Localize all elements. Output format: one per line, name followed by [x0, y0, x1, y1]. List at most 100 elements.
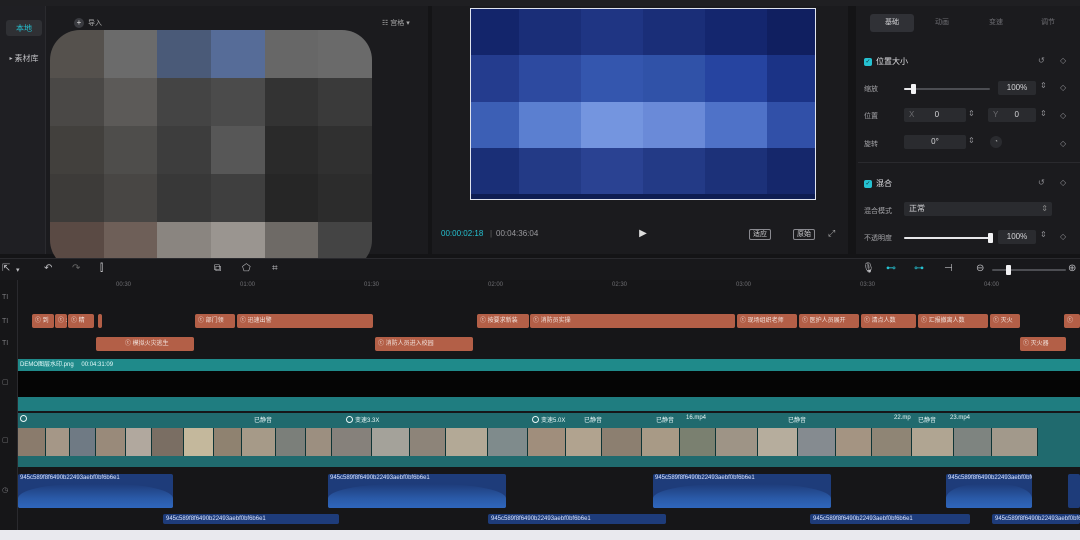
split-preview-icon[interactable]: ⊣: [944, 263, 953, 274]
audio-clip[interactable]: 945c589f8f6490b22493aebf0bf6b6e1: [992, 514, 1080, 524]
stepper-icon[interactable]: ⇕: [1040, 109, 1047, 118]
video-clip-tag: 已静音: [656, 415, 674, 424]
link-icon[interactable]: ⊷: [886, 263, 896, 274]
text-clip[interactable]: ⓣ 医护人员展开: [799, 314, 859, 328]
import-button[interactable]: + 导入: [74, 18, 102, 28]
video-frame: [488, 428, 528, 456]
opacity-label: 不透明度: [864, 235, 892, 242]
text-clip[interactable]: ⓣ 精: [68, 314, 94, 328]
play-icon[interactable]: ▶: [636, 226, 650, 240]
effect-track[interactable]: [18, 397, 1080, 411]
audio-clip[interactable]: [1068, 474, 1080, 508]
text-clip[interactable]: ⓣ 消防人员进入校园: [375, 337, 473, 351]
blend-section[interactable]: ✓ 混合: [864, 178, 892, 189]
scale-value-field[interactable]: 100%: [998, 81, 1036, 95]
audio-clip[interactable]: 945c589f8f6490b22493aebf0bf6b6e1: [163, 514, 339, 524]
tab-basic[interactable]: 基础: [870, 14, 914, 32]
video-clip-labels: 已静音 变速3.3X 变速5.0X 已静音 已静音 16.mp4 已静音 22.…: [18, 415, 1080, 427]
blend-mode-label: 混合模式: [864, 208, 892, 215]
stepper-icon[interactable]: ⇕: [968, 109, 975, 118]
freeze-icon[interactable]: ⧉: [214, 263, 221, 274]
side-nav-library[interactable]: ▸ 素材库: [6, 50, 42, 66]
crop-icon[interactable]: ⌗: [272, 263, 278, 274]
text-clip[interactable]: ⓣ 迅速出警: [237, 314, 373, 328]
reset-icon[interactable]: ↺: [1038, 56, 1045, 65]
text-clip[interactable]: ⓣ 到: [32, 314, 54, 328]
text-clip[interactable]: ⓣ 清点人数: [861, 314, 916, 328]
text-clip[interactable]: [98, 314, 102, 328]
keyframe-icon[interactable]: ◇: [1060, 232, 1066, 241]
select-cursor-icon[interactable]: ⇱: [2, 263, 10, 274]
video-frame: [46, 428, 70, 456]
rotate-field[interactable]: 0°: [904, 135, 966, 149]
audio-clip[interactable]: 945c589f8f6490b22493aebf0bf6b6e1: [946, 474, 1032, 508]
keyframe-icon[interactable]: ◇: [1060, 178, 1066, 187]
audio-clip[interactable]: 945c589f8f6490b22493aebf0bf6b6e1: [810, 514, 970, 524]
opacity-slider-handle[interactable]: [988, 233, 993, 243]
audio-clip-name: 945c589f8f6490b22493aebf0bf6b6e1: [20, 475, 120, 481]
current-time: 00:00:02:18: [441, 229, 484, 238]
text-clip[interactable]: ⓣ 乡: [55, 314, 67, 328]
text-clip[interactable]: ⓣ 灭火器: [1020, 337, 1066, 351]
audio-clip[interactable]: 945c589f8f6490b22493aebf0bf6b6e1: [18, 474, 173, 508]
audio-clip[interactable]: 945c589f8f6490b22493aebf0bf6b6e1: [653, 474, 831, 508]
tab-animation[interactable]: 动画: [920, 14, 964, 32]
text-clip[interactable]: ⓣ 部门领: [195, 314, 235, 328]
split-icon[interactable]: ⫿: [100, 263, 103, 274]
sticker-name: DEMO图层水印.png: [20, 362, 74, 368]
audio-clip[interactable]: 945c589f8f6490b22493aebf0bf6b6e1: [488, 514, 666, 524]
view-mode-dropdown[interactable]: ☷ 宫格 ▾: [382, 18, 410, 28]
zoom-out-icon[interactable]: ⊖: [976, 263, 984, 274]
tab-speed[interactable]: 变速: [974, 14, 1018, 32]
keyframe-icon[interactable]: ◇: [1060, 56, 1066, 65]
video-clip-speed: 变速3.3X: [355, 418, 380, 424]
blend-mode-select[interactable]: 正常 ⇕: [904, 202, 1052, 216]
stepper-icon[interactable]: ⇕: [1040, 81, 1047, 90]
fullscreen-icon[interactable]: ⤢: [828, 228, 835, 239]
video-frame: [446, 428, 488, 456]
text-clip[interactable]: ⓣ 汇报撤离人数: [918, 314, 988, 328]
stepper-icon[interactable]: ⇕: [1040, 230, 1047, 239]
timeline-scrollbar[interactable]: [0, 530, 1080, 540]
side-nav-library-label: 素材库: [14, 53, 39, 63]
scale-slider[interactable]: [904, 88, 990, 90]
text-clip[interactable]: ⓣ 消防员实操: [530, 314, 735, 328]
import-label: 导入: [88, 20, 102, 27]
position-y-field[interactable]: Y 0: [988, 108, 1036, 122]
mirror-icon[interactable]: ⬠: [242, 263, 251, 274]
keyframe-icon[interactable]: ◇: [1060, 83, 1066, 92]
stepper-icon[interactable]: ⇕: [968, 136, 975, 145]
position-x-field[interactable]: X 0: [904, 108, 966, 122]
audio-clip[interactable]: 945c589f8f6490b22493aebf0bf6b6e1: [328, 474, 506, 508]
keyframe-icon[interactable]: ◇: [1060, 139, 1066, 148]
chevron-down-icon[interactable]: ▾: [16, 266, 20, 274]
side-nav-local[interactable]: 本地: [6, 20, 42, 36]
position-size-section[interactable]: ✓ 位置大小: [864, 56, 908, 67]
video-frame: [716, 428, 758, 456]
original-ratio-button[interactable]: 原始: [793, 229, 815, 240]
reset-icon[interactable]: ↺: [1038, 178, 1045, 187]
rotate-dial-icon[interactable]: ◔: [990, 136, 1002, 148]
text-clip[interactable]: ⓣ 按要求新装: [477, 314, 529, 328]
opacity-value-field[interactable]: 100%: [998, 230, 1036, 244]
tab-adjust[interactable]: 调节: [1026, 14, 1070, 32]
redo-icon[interactable]: ↷: [72, 263, 80, 274]
fit-ratio-button[interactable]: 适应: [749, 229, 771, 240]
video-frame: [798, 428, 836, 456]
undo-icon[interactable]: ↶: [44, 263, 52, 274]
sticker-clip[interactable]: DEMO图层水印.png 00:04:31:09: [18, 359, 1080, 371]
text-clip[interactable]: ⓣ 模拟火灾逃生: [96, 337, 194, 351]
text-clip[interactable]: ⓣ 灭火: [990, 314, 1020, 328]
video-frame: [332, 428, 372, 456]
text-clip[interactable]: ⓣ: [1064, 314, 1080, 328]
text-clip[interactable]: ⓣ 现场组织老师: [737, 314, 797, 328]
zoom-slider-handle[interactable]: [1006, 265, 1011, 275]
scale-slider-handle[interactable]: [911, 84, 916, 94]
snap-icon[interactable]: ⊶: [914, 263, 924, 274]
zoom-slider[interactable]: [992, 269, 1066, 271]
zoom-in-icon[interactable]: ⊕: [1068, 263, 1076, 274]
keyframe-icon[interactable]: ◇: [1060, 111, 1066, 120]
video-preview[interactable]: [470, 8, 816, 200]
video-clip-name: 22.mp: [894, 415, 911, 421]
microphone-icon[interactable]: 🎙: [862, 263, 875, 274]
